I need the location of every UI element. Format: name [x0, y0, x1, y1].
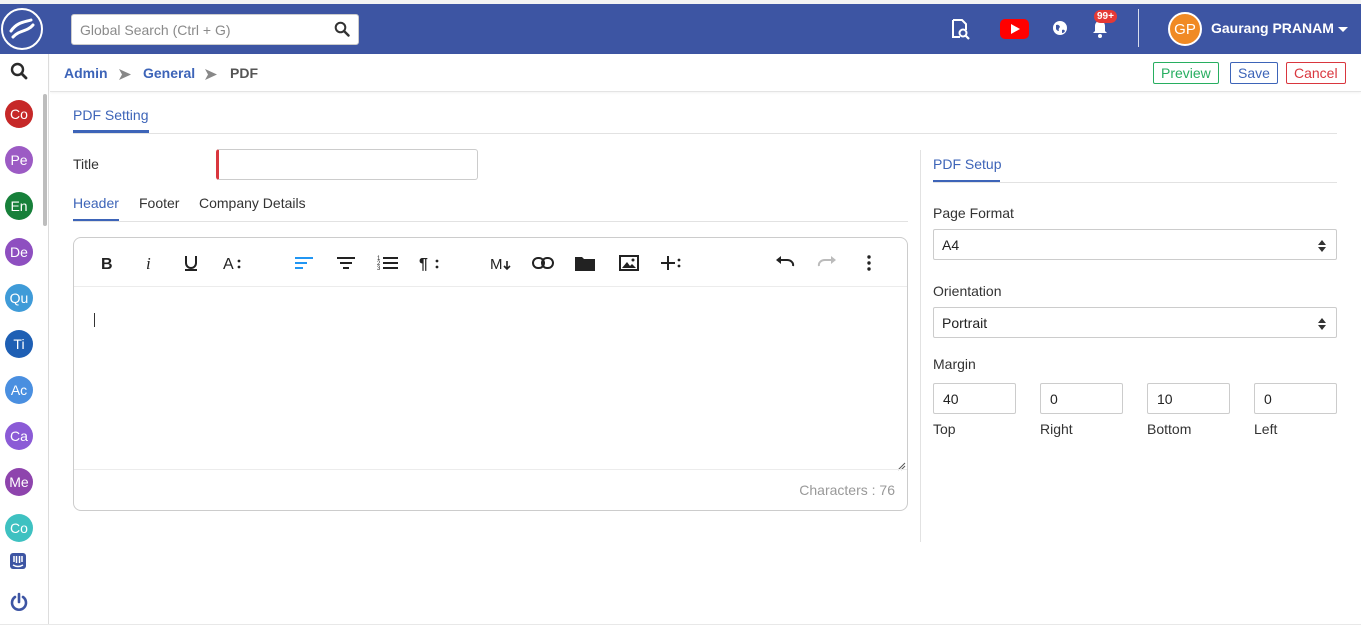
sidebar-scrollbar[interactable]	[43, 94, 47, 226]
character-count: Characters : 76	[799, 482, 895, 498]
doc-search-icon[interactable]	[949, 18, 971, 45]
insert-more-icon[interactable]	[660, 252, 682, 274]
tab-pdf-setting[interactable]: PDF Setting	[73, 107, 148, 123]
app-logo[interactable]	[1, 8, 43, 50]
breadcrumb-general[interactable]: General	[143, 65, 195, 81]
breadcrumb-separator-icon	[205, 67, 217, 85]
save-button[interactable]: Save	[1230, 62, 1278, 84]
search-icon[interactable]	[334, 21, 350, 42]
margin-right-input[interactable]: 0	[1040, 383, 1123, 414]
tab-company-details[interactable]: Company Details	[199, 195, 306, 211]
underline-icon[interactable]	[180, 252, 202, 274]
svg-text:¶: ¶	[419, 256, 428, 272]
user-avatar[interactable]: GP	[1168, 12, 1202, 46]
user-menu[interactable]: Gaurang PRANAM	[1211, 20, 1348, 36]
header-divider	[1138, 9, 1139, 47]
setup-tab-divider	[933, 182, 1337, 183]
notification-badge: 99+	[1094, 10, 1117, 23]
editor-footer-divider	[74, 469, 907, 470]
globe-icon[interactable]	[1052, 20, 1068, 41]
ordered-list-icon[interactable]: 123	[377, 252, 399, 274]
tab-pdf-setup[interactable]: PDF Setup	[933, 156, 1001, 172]
editor-content-area[interactable]	[74, 287, 907, 469]
top-navbar: 99+ GP Gaurang PRANAM	[0, 4, 1361, 54]
rich-text-editor: B i A 123 ¶ M Characters: 76	[73, 237, 908, 511]
margin-top-label: Top	[933, 421, 956, 437]
align-center-icon[interactable]	[335, 252, 357, 274]
more-options-icon[interactable]	[858, 252, 880, 274]
user-name: Gaurang PRANAM	[1211, 20, 1334, 36]
sidebar-module-avatar[interactable]: Ac	[5, 376, 33, 404]
chevron-down-icon	[1337, 20, 1348, 36]
bell-icon[interactable]	[1092, 20, 1108, 43]
tab-divider	[73, 133, 1337, 134]
margin-top-input[interactable]: 40	[933, 383, 1016, 414]
select-arrows-icon	[1318, 239, 1326, 255]
breadcrumb-current: PDF	[230, 65, 258, 81]
intercom-icon[interactable]	[9, 552, 27, 575]
page-format-label: Page Format	[933, 205, 1014, 221]
tab-header[interactable]: Header	[73, 195, 119, 211]
align-left-icon[interactable]	[293, 252, 315, 274]
italic-icon[interactable]: i	[138, 252, 160, 274]
margin-left-input[interactable]: 0	[1254, 383, 1337, 414]
margin-bottom-input[interactable]: 10	[1147, 383, 1230, 414]
redo-icon[interactable]	[816, 252, 838, 274]
svg-text:3: 3	[377, 266, 381, 272]
page-footer	[0, 624, 1361, 631]
sidebar-module-avatar[interactable]: Qu	[5, 284, 33, 312]
sidebar-module-avatar[interactable]: Me	[5, 468, 33, 496]
bold-icon[interactable]: B	[96, 252, 118, 274]
svg-text:A: A	[223, 256, 234, 272]
preview-button[interactable]: Preview	[1153, 62, 1219, 84]
breadcrumb-bar: Admin General PDF Preview Save Cancel	[50, 54, 1361, 92]
search-icon[interactable]	[10, 62, 28, 85]
image-icon[interactable]	[618, 252, 640, 274]
margin-right-label: Right	[1040, 421, 1073, 437]
sidebar-module-avatar[interactable]: De	[5, 238, 33, 266]
editor-tab-divider	[73, 221, 908, 222]
link-icon[interactable]	[532, 252, 554, 274]
breadcrumb-separator-icon	[119, 67, 131, 85]
orientation-select[interactable]: Portrait	[933, 307, 1337, 338]
margin-label: Margin	[933, 356, 976, 372]
title-input[interactable]	[216, 149, 478, 180]
title-label: Title	[73, 156, 99, 172]
page-format-value: A4	[942, 237, 960, 253]
font-size-icon[interactable]: A	[222, 252, 244, 274]
sidebar-module-avatar[interactable]: Ca	[5, 422, 33, 450]
module-sidebar: Co Pe En De Qu Ti Ac Ca Me Co	[0, 54, 49, 631]
sidebar-module-avatar[interactable]: En	[5, 192, 33, 220]
resize-handle-icon[interactable]	[897, 458, 906, 476]
sidebar-module-avatar[interactable]: Co	[5, 514, 33, 542]
global-search[interactable]	[71, 14, 359, 45]
svg-text:i: i	[146, 255, 151, 271]
svg-text:M: M	[490, 256, 503, 272]
orientation-value: Portrait	[942, 315, 988, 331]
youtube-icon[interactable]	[1000, 19, 1029, 44]
sidebar-module-avatar[interactable]: Pe	[5, 146, 33, 174]
tab-footer[interactable]: Footer	[139, 195, 179, 211]
select-arrows-icon	[1318, 317, 1326, 333]
orientation-label: Orientation	[933, 283, 1002, 299]
svg-text:B: B	[101, 256, 113, 271]
cancel-button[interactable]: Cancel	[1286, 62, 1346, 84]
margin-bottom-label: Bottom	[1147, 421, 1192, 437]
markdown-icon[interactable]: M	[490, 252, 512, 274]
margin-left-label: Left	[1254, 421, 1278, 437]
sidebar-module-avatar[interactable]: Ti	[5, 330, 33, 358]
sidebar-module-avatar[interactable]: Co	[5, 100, 33, 128]
panel-divider	[920, 150, 921, 542]
search-input[interactable]	[72, 15, 322, 44]
breadcrumb-admin[interactable]: Admin	[64, 65, 108, 81]
undo-icon[interactable]	[774, 252, 796, 274]
paragraph-format-icon[interactable]: ¶	[419, 252, 441, 274]
page-format-select[interactable]: A4	[933, 229, 1337, 260]
power-icon[interactable]	[9, 592, 29, 617]
folder-icon[interactable]	[574, 252, 596, 274]
